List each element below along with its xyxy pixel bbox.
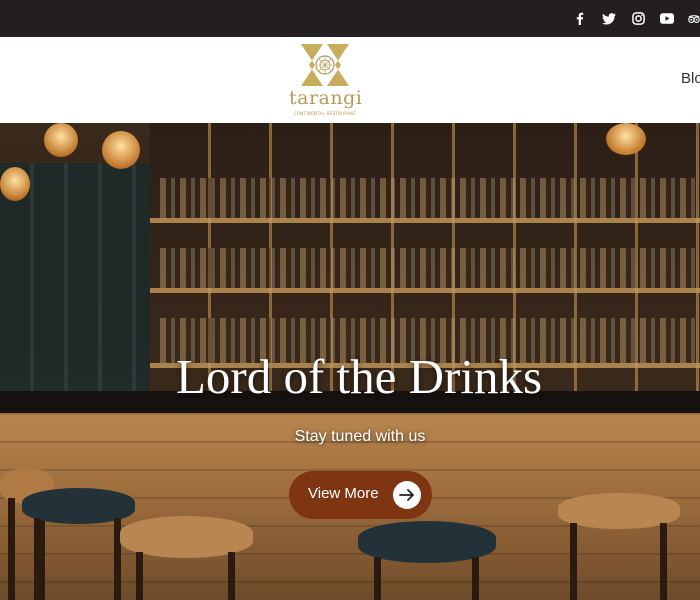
youtube-icon[interactable] <box>659 11 675 27</box>
pendant-lamp <box>102 131 140 169</box>
tarangi-logo[interactable]: tarangi CONTINENTAL RESTAURANT <box>289 41 363 119</box>
logo-tagline: CONTINENTAL RESTAURANT <box>293 111 357 116</box>
site-header: tarangi CONTINENTAL RESTAURANT Blo <box>0 37 700 123</box>
logo-emblem-icon <box>301 44 349 86</box>
bar-stool <box>120 516 253 600</box>
bottle-row <box>160 248 700 288</box>
bar-stool <box>358 521 496 600</box>
instagram-icon[interactable] <box>630 11 646 27</box>
bar-stool <box>22 488 135 600</box>
facebook-icon[interactable] <box>572 11 588 27</box>
twitter-icon[interactable] <box>601 11 617 27</box>
tripadvisor-icon[interactable] <box>688 11 700 27</box>
pendant-lamp <box>44 123 78 157</box>
bottle-row <box>160 178 700 218</box>
hero-subtitle: Stay tuned with us <box>294 428 426 445</box>
top-bar <box>0 0 700 37</box>
arrow-right-icon <box>393 481 421 509</box>
logo-wordmark: tarangi <box>289 87 363 109</box>
shelf <box>150 218 700 223</box>
view-more-label: View More <box>308 485 379 502</box>
nav-item-blog[interactable]: Blo <box>681 70 700 87</box>
pendant-lamp <box>0 167 30 201</box>
social-links <box>572 0 700 37</box>
hero-section: Lord of the Drinks Stay tuned with us Vi… <box>0 123 700 600</box>
bar-stool <box>558 493 680 600</box>
pendant-lamp <box>606 123 646 155</box>
hero-title: Lord of the Drinks <box>175 349 543 404</box>
view-more-button[interactable]: View More <box>289 471 432 519</box>
shelf <box>150 288 700 293</box>
